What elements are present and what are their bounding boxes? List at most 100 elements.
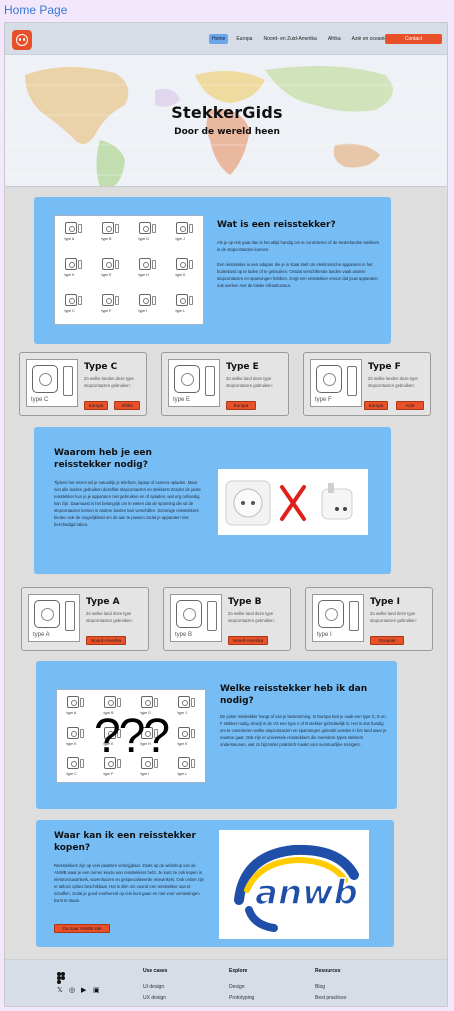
nav-azie[interactable]: Azië en oceanië [349, 34, 391, 44]
section-which-title: Welke reisstekker heb ik dan nodig? [220, 684, 368, 706]
footer-col-title: Use cases [143, 968, 168, 974]
tag-europa[interactable]: Europa [226, 401, 256, 410]
socket-type-a-image: type A [28, 594, 80, 642]
plug-type-label: type H [138, 273, 149, 277]
plug-types-question-image: type Atype Btype Gtype Jtype Ktype Etype… [56, 689, 206, 783]
section-where: Waar kan ik een reisstekker kopen? Reiss… [36, 820, 394, 947]
tag-oceanie[interactable]: Oceanië [370, 636, 404, 645]
footer-link-ui[interactable]: UI design [143, 984, 164, 990]
card-type-c: type C Type C Zo welke landen deze type … [19, 352, 147, 416]
section-what-is-title: Wat is een reisstekker? [217, 220, 336, 230]
plug-type-label: type B [101, 237, 112, 241]
tag-europa[interactable]: Europa [364, 401, 388, 410]
question-marks-overlay: ??? [93, 709, 170, 763]
section-what-is-body: Een reisstekker is een adapter die je in… [217, 262, 378, 288]
plug-type-icon [138, 222, 157, 236]
footer-col-title: Explore [229, 968, 248, 974]
card-title: Type B [228, 597, 262, 607]
youtube-icon[interactable]: ▶ [81, 986, 86, 994]
plug-type-icon [101, 258, 120, 272]
instagram-icon[interactable]: ◎ [69, 986, 75, 994]
plug-type-icon [101, 222, 120, 236]
socket-type-f-image: type F [310, 359, 362, 407]
card-description: Zo welke land deze type stopcontacten ge… [86, 611, 133, 623]
nav-amerika[interactable]: Noord- en Zuid-Amerika [260, 34, 319, 44]
card-title: Type F [368, 362, 401, 372]
plug-type-icon [175, 222, 194, 236]
tag-azie[interactable]: Azië [396, 401, 424, 410]
tag-noord-amerika[interactable]: Noord-Amerika [86, 636, 126, 645]
card-type-i: type I Type I Zo welke land deze type st… [305, 587, 433, 651]
plug-type-label: type J [175, 237, 185, 241]
plug-type-label: type G [138, 237, 149, 241]
nav-links: Home Europa Noord- en Zuid-Amerika Afrik… [209, 34, 390, 44]
section-why-title: Waarom heb je een reisstekker nodig? [54, 448, 152, 470]
card-title: Type A [86, 597, 120, 607]
tag-noord-amerika[interactable]: Noord-Amerika [228, 636, 268, 645]
card-type-f: type F Type F Zo welke landen deze type … [303, 352, 431, 416]
footer-link-best-practices[interactable]: Best practices [315, 995, 346, 1001]
card-description: Zo welke landen deze type stopcontacten … [84, 376, 134, 388]
plug-type-icon [138, 258, 157, 272]
card-title: Type E [226, 362, 259, 372]
page-frame: Home Europa Noord- en Zuid-Amerika Afrik… [4, 22, 448, 1007]
card-title: Type C [84, 362, 118, 372]
socket-type-e-image: type E [168, 359, 220, 407]
plug-type-icon [64, 294, 83, 308]
card-type-b: type B Type B Zo welke land deze type st… [163, 587, 291, 651]
card-title: Type I [370, 597, 400, 607]
socket-type-b-image: type B [170, 594, 222, 642]
nav-home[interactable]: Home [209, 34, 229, 44]
anwb-site-button[interactable]: Ga naar ANWB site [54, 924, 110, 933]
socket-mismatch-image [218, 469, 368, 535]
card-description: Zo welke land deze type stopcontacten ge… [226, 376, 273, 388]
section-what-is: type A type B type G type J type K type E type… [34, 197, 391, 344]
card-description: Zo welke land deze type stopcontacten ge… [228, 611, 275, 623]
plug-type-icon [138, 294, 157, 308]
hero-banner: StekkerGids Door de wereld heen [5, 55, 447, 187]
page-label: Home Page [4, 3, 68, 17]
plug-type-icon [175, 258, 194, 272]
top-nav: Home Europa Noord- en Zuid-Amerika Afrik… [5, 23, 447, 55]
plug-type-label: type I [138, 309, 148, 313]
card-type-a: type A Type A Zo welke land deze type st… [21, 587, 149, 651]
plug-type-label: type F [101, 309, 112, 313]
section-which-body: De juiste reisstekker hangt af van je be… [220, 714, 387, 747]
section-what-is-intro: Als je op reis gaat dan is het altijd ha… [217, 240, 380, 252]
linkedin-icon[interactable]: ▣ [93, 986, 100, 994]
plug-type-label: type K [64, 273, 75, 277]
footer-col-title: Resources [315, 968, 341, 974]
card-description: Zo welke landen deze type stopcontacten … [368, 376, 418, 388]
logo-plug-icon[interactable] [12, 30, 32, 50]
card-description: Zo welke land deze type stopcontacten ge… [370, 611, 417, 623]
plug-type-label: type L [175, 309, 186, 313]
plug-type-icon [64, 258, 83, 272]
hero-title: StekkerGids [171, 103, 283, 122]
footer-link-ux[interactable]: UX design [143, 995, 166, 1001]
plug-type-icon [175, 294, 194, 308]
footer-link-blog[interactable]: Blog [315, 984, 325, 990]
socket-no-plug-icon [218, 469, 368, 535]
tag-europa[interactable]: Europa [84, 401, 108, 410]
plug-type-label: type E [101, 273, 112, 277]
section-why-body: Tijdens het reizen wil je natuurlijk je … [54, 480, 201, 527]
anwb-logo-text: anwb [255, 873, 358, 913]
plug-type-label: type C [64, 309, 75, 313]
footer-link-design[interactable]: Design [229, 984, 245, 990]
section-where-body: Reisstekkers zijn op veel plaatsen verkr… [54, 863, 204, 903]
x-icon[interactable]: 𝕏 [57, 986, 63, 994]
plug-type-label: type K [175, 273, 186, 277]
figma-logo-icon[interactable] [57, 969, 65, 984]
plug-types-image: type A type B type G type J type K type E type… [54, 215, 204, 325]
anwb-logo-image: anwb [219, 830, 369, 939]
nav-europa[interactable]: Europa [233, 34, 255, 44]
tag-afrika[interactable]: Afrika [114, 401, 140, 410]
socket-type-i-image: type I [312, 594, 364, 642]
contact-button[interactable]: Contact [385, 34, 442, 44]
plug-type-label: type A [64, 237, 75, 241]
footer-link-prototyping[interactable]: Prototyping [229, 995, 254, 1001]
socket-type-c-image: type C [26, 359, 78, 407]
section-where-title: Waar kan ik een reisstekker kopen? [54, 831, 196, 853]
card-type-e: type E Type E Zo welke land deze type st… [161, 352, 289, 416]
nav-afrika[interactable]: Afrika [325, 34, 344, 44]
